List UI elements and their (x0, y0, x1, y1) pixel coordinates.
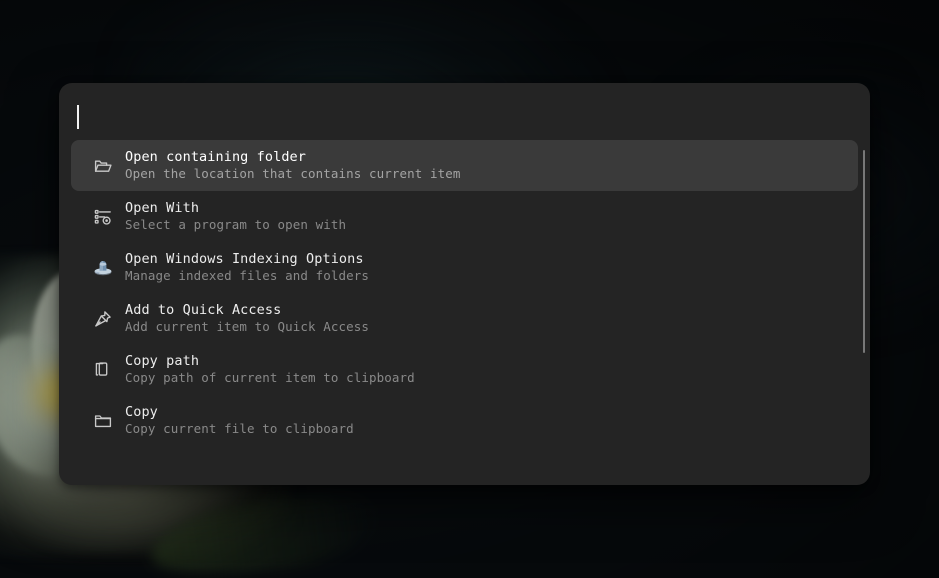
result-row[interactable]: Open With Select a program to open with (71, 191, 858, 242)
result-title: Open With (125, 200, 200, 216)
results-scrollbar-thumb[interactable] (863, 150, 865, 353)
command-launcher-panel: Open containing folder Open the location … (59, 83, 870, 485)
search-input[interactable] (77, 94, 852, 129)
result-row[interactable]: Add to Quick Access Add current item to Q… (71, 293, 858, 344)
search-bar[interactable] (59, 83, 870, 140)
results-list: Open containing folder Open the location … (71, 140, 858, 446)
result-subtitle: Open the location that contains current … (125, 166, 461, 181)
result-row[interactable]: Open Windows Indexing Options Manage inde… (71, 242, 858, 293)
result-row[interactable]: Open containing folder Open the location … (71, 140, 858, 191)
pushpin-icon (81, 303, 125, 335)
windows-indexing-options-icon (81, 252, 125, 284)
result-text: Add to Quick Access Add current item to Q… (125, 302, 369, 335)
result-title: Open containing folder (125, 149, 307, 165)
result-text: Copy path Copy path of current item to cl… (125, 353, 415, 386)
result-row[interactable]: Copy path Copy path of current item to cl… (71, 344, 858, 395)
result-subtitle: Add current item to Quick Access (125, 319, 370, 334)
result-title: Copy path (125, 353, 200, 369)
open-with-list-icon (81, 201, 125, 233)
result-text: Open containing folder Open the location … (125, 149, 461, 182)
results-scrollbar[interactable] (860, 142, 868, 483)
result-subtitle: Copy current file to clipboard (125, 421, 354, 436)
result-subtitle: Manage indexed files and folders (125, 268, 370, 283)
result-subtitle: Copy path of current item to clipboard (125, 370, 415, 385)
result-title: Open Windows Indexing Options (125, 251, 364, 267)
result-text: Open Windows Indexing Options Manage inde… (125, 251, 369, 284)
folder-icon (81, 405, 125, 437)
results-scroll-area: Open containing folder Open the location … (59, 140, 870, 485)
result-text: Copy Copy current file to clipboard (125, 404, 354, 437)
result-row[interactable]: Copy Copy current file to clipboard (71, 395, 858, 446)
text-caret (77, 105, 79, 129)
copy-document-icon (81, 354, 125, 386)
result-title: Add to Quick Access (125, 302, 282, 318)
result-title: Copy (125, 404, 158, 420)
result-text: Open With Select a program to open with (125, 200, 346, 233)
result-subtitle: Select a program to open with (125, 217, 347, 232)
open-folder-icon (81, 150, 125, 182)
